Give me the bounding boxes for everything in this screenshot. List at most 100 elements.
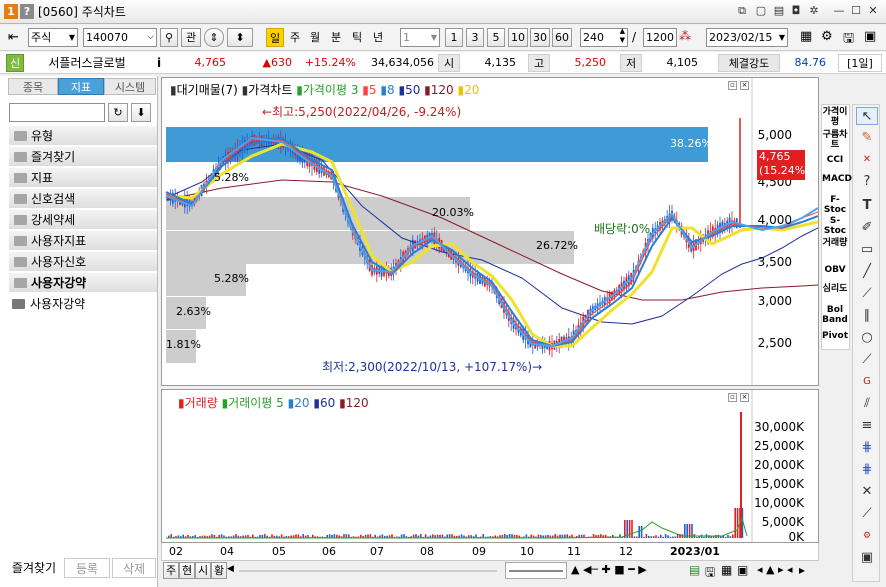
- prev-next-icon[interactable]: ⇤: [8, 29, 26, 47]
- download-icon[interactable]: ⬇: [131, 103, 151, 122]
- tool-cloud-chart[interactable]: 구름차트: [822, 130, 848, 150]
- screen-number-icon[interactable]: 1: [4, 4, 18, 19]
- interval-30-button[interactable]: 30: [530, 28, 550, 47]
- tool-price-ma[interactable]: 가격이평: [822, 107, 848, 127]
- menu-favorites[interactable]: 즐겨찾기: [9, 147, 157, 167]
- channel-icon[interactable]: ⋕: [856, 439, 878, 457]
- week-button[interactable]: 주: [163, 562, 179, 579]
- line-icon[interactable]: ╱: [856, 263, 878, 281]
- zoom-controls[interactable]: ▲ ◀─ ✚ ■ ━ ▶: [571, 563, 647, 576]
- interval-3-button[interactable]: 3: [466, 28, 484, 47]
- settings-gear-icon[interactable]: ✲: [807, 4, 821, 18]
- volume-close-icon[interactable]: ×: [740, 393, 749, 402]
- data-load-icon[interactable]: ⁂: [679, 29, 695, 47]
- chart-close-icon[interactable]: ×: [740, 81, 749, 90]
- maximize-icon[interactable]: ☐: [849, 4, 863, 18]
- tool-pivot[interactable]: Pivot: [822, 331, 848, 341]
- rectangle-icon[interactable]: ▭: [856, 241, 878, 259]
- chart-setting-icon[interactable]: ▦: [800, 29, 818, 47]
- volume-chart[interactable]: ▮거래량 ▮거래이평 5 ▮20 ▮60 ▮120 ▫ × 30,000K 25…: [161, 389, 819, 544]
- delete-button[interactable]: 삭제: [112, 558, 156, 578]
- nav-controls[interactable]: ◂ ▲ ▸ ◂: [757, 563, 793, 576]
- interval-1-button[interactable]: 1: [445, 28, 463, 47]
- menu-user-strength[interactable]: 사용자강약: [9, 273, 157, 293]
- period-year[interactable]: 년: [369, 28, 387, 47]
- period-day[interactable]: 일: [266, 28, 284, 47]
- gear-icon[interactable]: ⚙: [821, 29, 839, 47]
- period-tick[interactable]: 틱: [348, 28, 366, 47]
- interval-select[interactable]: 1 ▼: [400, 28, 440, 47]
- tool-s-stoc[interactable]: S-Stoc: [822, 216, 848, 236]
- tool-cci[interactable]: CCI: [822, 155, 848, 165]
- period-minute[interactable]: 분: [327, 28, 345, 47]
- tab-system[interactable]: 시스템: [104, 78, 156, 95]
- tool-macd[interactable]: MACD: [822, 174, 852, 184]
- gwan-button[interactable]: 관: [181, 28, 201, 47]
- scroll-right-icon[interactable]: ▸: [799, 563, 805, 577]
- save-icon[interactable]: 🖫: [843, 29, 861, 47]
- screen-tools-icon[interactable]: ⧉: [735, 4, 749, 18]
- status-button[interactable]: 황: [211, 562, 227, 579]
- display-count-stepper[interactable]: 240 ▲ ▼: [580, 27, 628, 47]
- menu-strength[interactable]: 강세약세: [9, 210, 157, 230]
- bottom-tab-favorites[interactable]: 즐겨찾기: [8, 558, 60, 578]
- period-week[interactable]: 주: [286, 28, 304, 47]
- delete-all-icon[interactable]: ✕: [856, 151, 878, 169]
- camera-icon[interactable]: ◘: [789, 4, 803, 18]
- tree-item-user-strength[interactable]: 사용자강약: [10, 295, 85, 313]
- trendline-icon[interactable]: ⟋: [856, 351, 878, 369]
- print-icon[interactable]: ▤: [772, 4, 786, 18]
- tool-bollinger[interactable]: Bol Band: [822, 305, 848, 325]
- refresh-icon[interactable]: ↻: [108, 103, 128, 122]
- menu-indicators[interactable]: 지표: [9, 168, 157, 188]
- parallel-icon[interactable]: ∥: [856, 307, 878, 325]
- eraser-icon[interactable]: ✎: [856, 129, 878, 147]
- market-select[interactable]: 주식 ▼: [28, 28, 78, 47]
- ray-icon[interactable]: ⟋: [856, 285, 878, 303]
- interval-10-button[interactable]: 10: [508, 28, 528, 47]
- menu-signal-search[interactable]: 신호검색: [9, 189, 157, 209]
- tool-f-stoc[interactable]: F-Stoc: [822, 195, 848, 215]
- indicator-search-input[interactable]: [9, 103, 105, 122]
- question-icon[interactable]: ?: [856, 173, 878, 191]
- tool-psychology[interactable]: 심리도: [822, 284, 848, 294]
- cursor-icon[interactable]: ↖: [856, 107, 878, 125]
- horizontal-scrollbar[interactable]: [239, 570, 497, 572]
- auto-icon[interactable]: ⚙: [856, 527, 878, 545]
- text-icon[interactable]: T: [856, 197, 878, 215]
- grid-lines-icon[interactable]: ⋕: [856, 461, 878, 479]
- scroll-left-icon[interactable]: ◀: [227, 564, 239, 578]
- chart-restore-icon[interactable]: ▫: [728, 81, 737, 90]
- link-icon[interactable]: ▢: [754, 4, 768, 18]
- layout-icon[interactable]: ▣: [864, 29, 882, 47]
- circle-icon[interactable]: ○: [856, 329, 878, 347]
- menu-type[interactable]: 유형: [9, 126, 157, 146]
- tool-volume[interactable]: 거래량: [822, 238, 848, 248]
- cross-icon[interactable]: ✕: [856, 483, 878, 501]
- zoom-slider[interactable]: [505, 562, 567, 579]
- interval-60-button[interactable]: 60: [552, 28, 572, 47]
- window-icon[interactable]: ▣: [856, 549, 878, 567]
- volume-restore-icon[interactable]: ▫: [728, 393, 737, 402]
- scroll-icon[interactable]: ⇕: [204, 28, 224, 47]
- pen-icon[interactable]: ✐: [856, 219, 878, 237]
- search-icon[interactable]: ⚲: [160, 28, 178, 47]
- market-button[interactable]: 시: [195, 562, 211, 579]
- excel-icon[interactable]: ▤: [689, 563, 700, 577]
- image-icon[interactable]: ▣: [737, 563, 748, 577]
- fan-icon[interactable]: ⫽: [856, 395, 878, 413]
- updown-stepper[interactable]: ⬍: [227, 28, 253, 47]
- fibonacci-icon[interactable]: ≡: [856, 417, 878, 435]
- gann-icon[interactable]: G: [856, 373, 878, 391]
- date-input[interactable]: 2023/02/15 ▼: [706, 28, 788, 47]
- regression-icon[interactable]: ⟋: [856, 505, 878, 523]
- price-chart[interactable]: ▮대기매물(7) ▮가격차트 ▮가격이평 3 ▮5 ▮8 ▮50 ▮120 ▮2…: [161, 77, 819, 386]
- info-icon[interactable]: i: [150, 54, 168, 72]
- menu-user-signals[interactable]: 사용자신호: [9, 252, 157, 272]
- grid-icon[interactable]: ▦: [721, 563, 732, 577]
- tool-obv[interactable]: OBV: [822, 265, 848, 275]
- total-count-input[interactable]: 1200: [643, 28, 677, 47]
- period-month[interactable]: 월: [306, 28, 324, 47]
- tab-stocks[interactable]: 종목: [8, 78, 58, 95]
- floppy-icon[interactable]: 🖫: [705, 563, 715, 584]
